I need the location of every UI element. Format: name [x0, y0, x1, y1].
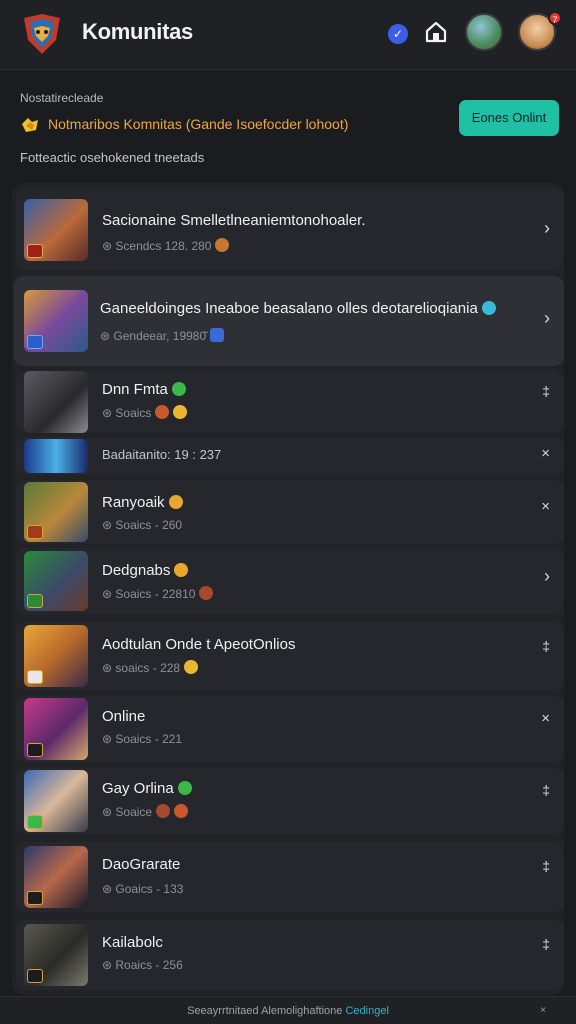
more-icon[interactable]: ‡: [542, 936, 550, 952]
rank-badge-icon: [27, 891, 43, 905]
online-icon: [171, 382, 186, 396]
section-label: Nostatirecleade: [20, 91, 104, 105]
row-title: Dnn Fmta: [102, 381, 186, 398]
close-icon[interactable]: ×: [540, 997, 546, 1024]
online-button[interactable]: Eones Onlint: [459, 100, 559, 136]
rank-badge-icon: [27, 335, 43, 349]
row-title: Dedgnabs: [102, 562, 189, 579]
list-item[interactable]: Gay Orlina ⊛ Soaice ‡: [16, 768, 564, 834]
list-item[interactable]: Online ⊛ Soaics - 221 ×: [16, 696, 564, 762]
download-icon: [210, 328, 225, 342]
game-thumbnail: [24, 924, 88, 986]
rank-badge-icon: [27, 594, 43, 608]
reaction-icon: [174, 804, 189, 818]
row-meta: ⊛ Roaics - 256: [102, 958, 183, 972]
close-icon[interactable]: ×: [541, 710, 550, 727]
rank-badge-icon: [27, 244, 43, 258]
row-meta: ⊛ Soaics - 22810: [102, 586, 214, 601]
announcement-text[interactable]: Notmaribos Komnitas (Gande Isoefocder lo…: [48, 116, 348, 132]
home-icon[interactable]: [424, 20, 448, 44]
chevron-right-icon[interactable]: ›: [544, 308, 550, 329]
community-avatar[interactable]: [465, 13, 503, 51]
game-thumbnail: [24, 290, 88, 352]
row-meta: ⊛ Soaice: [102, 804, 189, 819]
reaction-icon: [184, 660, 199, 674]
check-icon: [481, 301, 496, 315]
list-item[interactable]: Aodtulan Onde t ApeotOnlios ⊛ soaics - 2…: [16, 622, 564, 690]
row-title: Ganeeldoinges Ineaboe beasalano olles de…: [100, 300, 496, 317]
reaction-icon: [173, 405, 188, 419]
row-title: Aodtulan Onde t ApeotOnlios: [102, 636, 296, 653]
row-title: Online: [102, 708, 146, 725]
emoji-icon: [168, 495, 183, 509]
chevron-right-icon[interactable]: ›: [544, 218, 550, 239]
online-icon: [177, 781, 192, 795]
list-item[interactable]: Sacionaine Smelletlneaniemtonohoaler. ⊛ …: [16, 188, 564, 270]
game-thumbnail: [24, 625, 88, 687]
footer-bar: Seeayrrtnitaed Alemolighaftione Cedingel…: [0, 996, 576, 1024]
list-item[interactable]: Dnn Fmta ⊛ Soaics ‡: [16, 371, 564, 433]
game-thumbnail: [24, 770, 88, 832]
reaction-icon: [156, 804, 171, 818]
game-thumbnail: [24, 698, 88, 760]
footer-text: Seeayrrtnitaed Alemolighaftione: [187, 1005, 343, 1017]
row-meta: ⊛ Scendcs 128. 280: [102, 238, 230, 253]
reaction-icon: [215, 238, 230, 252]
rank-badge-icon: [27, 525, 43, 539]
list-item[interactable]: Ganeeldoinges Ineaboe beasalano olles de…: [14, 276, 564, 366]
notification-badge[interactable]: 7: [548, 11, 562, 25]
list-item[interactable]: Kailabolc ⊛ Roaics - 256 ‡: [16, 920, 564, 990]
more-icon[interactable]: ‡: [542, 858, 550, 874]
row-title: Badaitanito: 19 : 237: [102, 447, 222, 462]
more-icon[interactable]: ‡: [542, 383, 550, 399]
game-thumbnail: [24, 551, 88, 611]
rank-badge-icon: [27, 670, 43, 684]
list-item[interactable]: DaoGrarate ⊛ Goaics - 133 ‡: [16, 842, 564, 912]
app-title: Komunitas: [82, 19, 193, 44]
row-title: Gay Orlina: [102, 780, 192, 797]
close-icon[interactable]: ×: [541, 445, 550, 462]
list-item[interactable]: Dedgnabs ⊛ Soaics - 22810 ›: [16, 548, 564, 614]
row-title: Sacionaine Smelletlneaniemtonohoaler.: [102, 212, 366, 229]
rank-badge-icon: [27, 743, 43, 757]
row-meta: ⊛ Goaics - 133: [102, 882, 184, 896]
reaction-icon: [199, 586, 214, 600]
row-meta: ⊛ soaics - 228: [102, 660, 199, 675]
list-item[interactable]: Badaitanito: 19 : 237 ×: [16, 437, 564, 475]
row-meta: ⊛ Soaics: [102, 405, 188, 420]
footer-link[interactable]: Cedingel: [345, 1005, 388, 1017]
trophy-icon: [22, 118, 38, 132]
rank-badge-icon: [27, 969, 43, 983]
game-thumbnail: [24, 199, 88, 261]
chevron-right-icon[interactable]: ›: [544, 566, 550, 587]
row-title: Ranyoaik: [102, 494, 183, 511]
list-subtitle: Fotteactic osehokened tneetads: [20, 150, 205, 165]
check-badge-icon[interactable]: ✓: [388, 24, 408, 44]
emoji-icon: [174, 563, 189, 577]
row-meta: ⊛ Soaics - 221: [102, 732, 183, 746]
game-thumbnail: [24, 371, 88, 433]
row-meta: ⊛ Gendeear, 19980̆: [100, 328, 225, 343]
row-title: Kailabolc: [102, 934, 163, 951]
game-thumbnail: [24, 439, 88, 473]
row-title: DaoGrarate: [102, 856, 181, 873]
game-thumbnail: [24, 846, 88, 908]
more-icon[interactable]: ‡: [542, 782, 550, 798]
rank-badge-icon: [27, 815, 43, 829]
list-item[interactable]: Ranyoaik ⊛ Soaics - 260 ×: [16, 480, 564, 544]
row-meta: ⊛ Soaics - 260: [102, 518, 183, 532]
top-bar: Komunitas ✓ 7: [0, 0, 576, 70]
close-icon[interactable]: ×: [541, 498, 550, 515]
reaction-icon: [155, 405, 170, 419]
game-thumbnail: [24, 482, 88, 542]
more-icon[interactable]: ‡: [542, 638, 550, 654]
app-logo-icon[interactable]: [18, 10, 66, 58]
